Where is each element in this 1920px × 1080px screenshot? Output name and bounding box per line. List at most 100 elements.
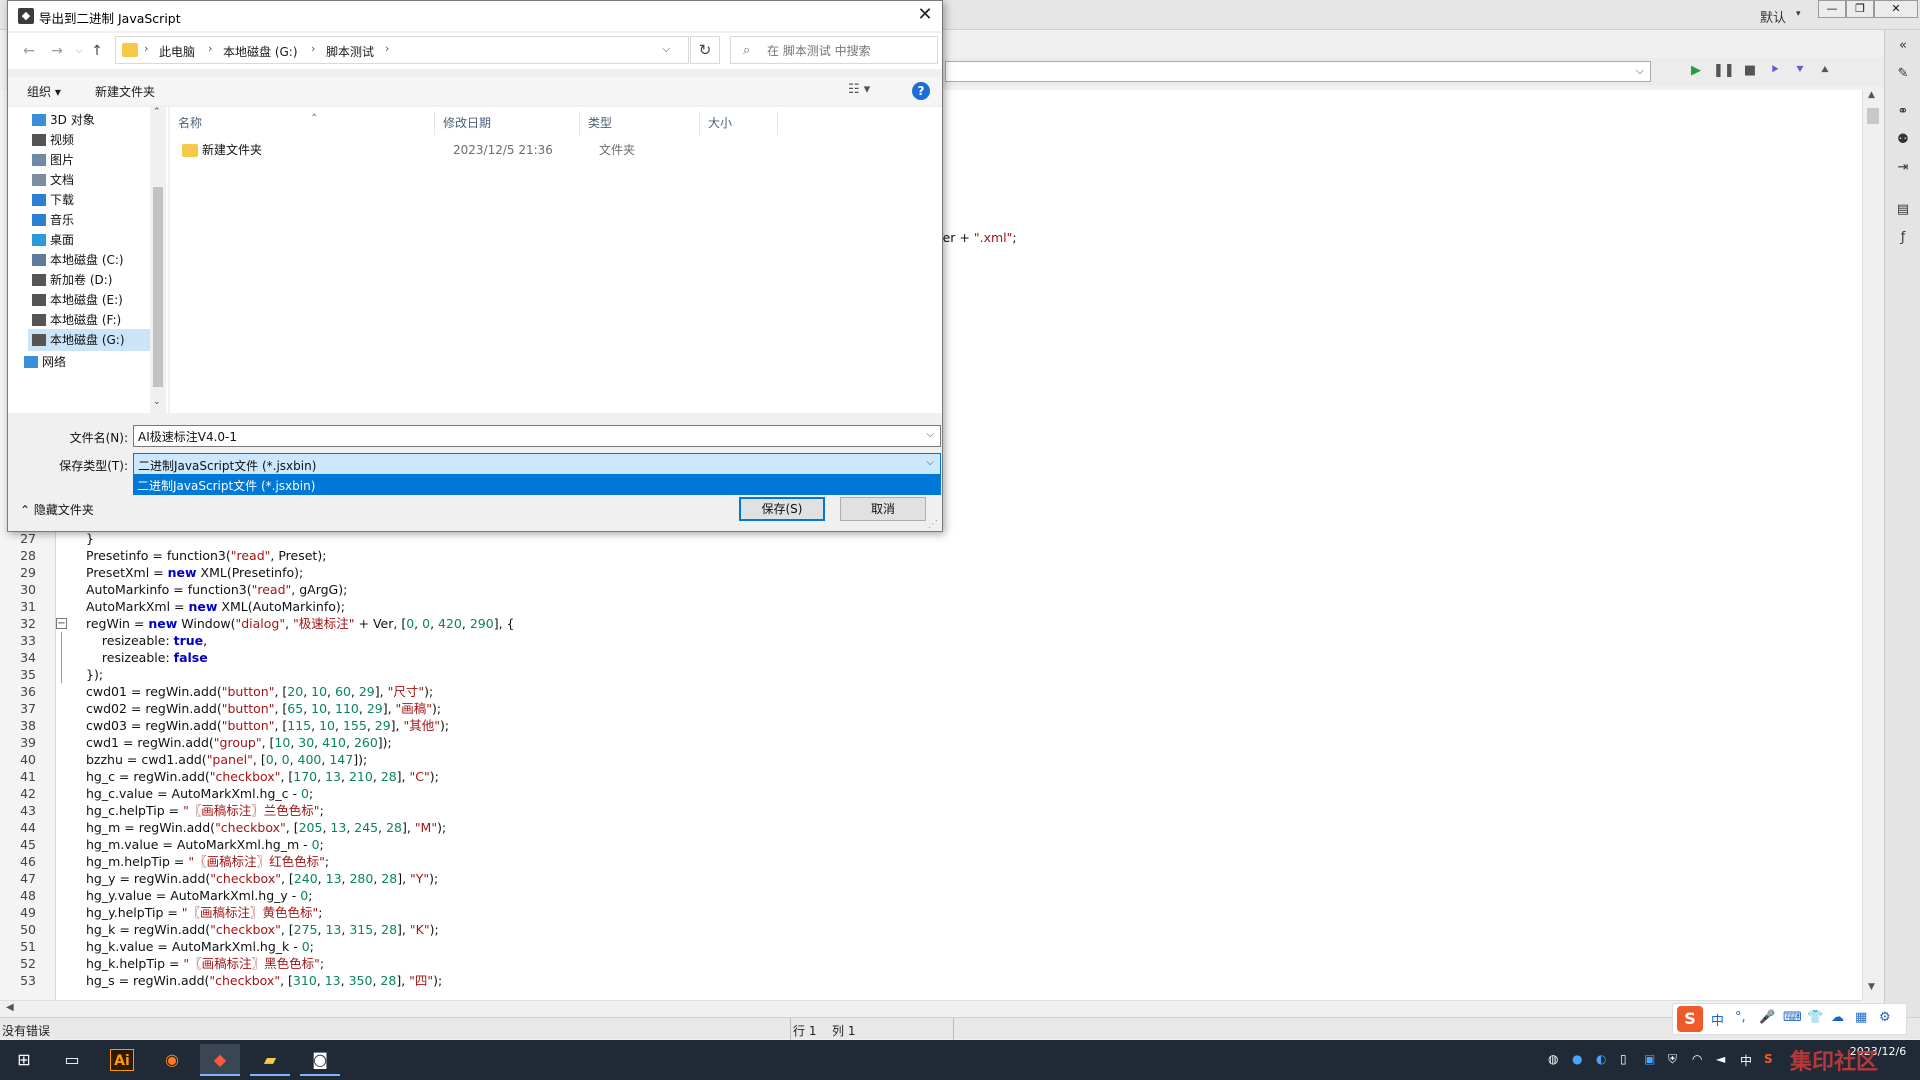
code-line[interactable]: 49 hg_y.helpTip = "〖画稿标注〗黄色色标";	[0, 904, 1860, 921]
chevron-down-icon[interactable]: ⌵	[662, 42, 670, 56]
task-view-icon[interactable]: ▭	[52, 1044, 92, 1076]
editor-vertical-scrollbar[interactable]: ▲ ▼	[1862, 90, 1882, 1000]
pause-icon[interactable]: ❚❚	[1713, 61, 1735, 81]
code-line[interactable]: 51 hg_k.value = AutoMarkXml.hg_k - 0;	[0, 938, 1860, 955]
brush-icon[interactable]: ✎	[1893, 64, 1913, 84]
code-line[interactable]: 43 hg_c.helpTip = "〖画稿标注〗兰色色标";	[0, 802, 1860, 819]
scroll-up-icon[interactable]: ▲	[1868, 90, 1875, 100]
search-box[interactable]: ⌕	[730, 36, 938, 64]
nav-item[interactable]: 图片	[28, 149, 154, 171]
code-line[interactable]: 50 hg_k = regWin.add("checkbox", [275, 13…	[0, 921, 1860, 938]
filetype-select[interactable]: 二进制JavaScript文件 (*.jsxbin) ⌵	[133, 453, 941, 475]
chevron-right-icon[interactable]: ›	[311, 42, 315, 55]
file-row[interactable]: 新建文件夹 2023/12/5 21:36 文件夹	[178, 139, 918, 161]
column-header-date[interactable]: 修改日期	[435, 111, 580, 135]
firefox-icon[interactable]: ◉	[152, 1044, 192, 1076]
tray-display-icon[interactable]: ▣	[1644, 1052, 1655, 1066]
ime-chinese-mode[interactable]: 中	[1711, 1010, 1724, 1029]
up-icon[interactable]: ↑	[88, 42, 106, 60]
code-line[interactable]: 31 AutoMarkXml = new XML(AutoMarkinfo);	[0, 598, 1860, 615]
code-line[interactable]: 32 − regWin = new Window("dialog", "极速标注" …	[0, 615, 1860, 632]
restore-icon[interactable]: ❐	[1846, 0, 1874, 18]
sogou-logo-icon[interactable]: S	[1677, 1006, 1703, 1032]
objects-icon[interactable]: ⚭	[1893, 102, 1913, 122]
nav-item[interactable]: 本地磁盘 (E:)	[28, 289, 154, 311]
step-out-icon[interactable]: ⯅	[1815, 61, 1835, 81]
address-bar[interactable]: › 此电脑 › 本地磁盘 (G:) › 脚本测试 › ⌵	[115, 36, 689, 64]
scroll-down-icon[interactable]: ⌄	[153, 397, 161, 407]
code-line[interactable]: 46 hg_m.helpTip = "〖画稿标注〗红色色标";	[0, 853, 1860, 870]
code-line[interactable]: 34 resizeable: false	[0, 649, 1860, 666]
code-line[interactable]: 28 Presetinfo = function3("read", Preset)…	[0, 547, 1860, 564]
chevron-down-icon[interactable]: ⌵	[926, 457, 934, 468]
tray-app-icon[interactable]: ◍	[1548, 1052, 1558, 1066]
chevron-down-icon[interactable]: ⌵	[926, 429, 934, 440]
target-select[interactable]: ⌵	[945, 61, 1651, 82]
breadcrumb-this-pc[interactable]: 此电脑	[159, 43, 195, 60]
sogou-tray-icon[interactable]: S	[1764, 1052, 1773, 1066]
chevron-right-icon[interactable]: ›	[144, 42, 148, 55]
code-line[interactable]: 38 cwd03 = regWin.add("button", [115, 10,…	[0, 717, 1860, 734]
chevron-down-icon[interactable]: ▾	[1796, 9, 1801, 19]
code-line[interactable]: 36 cwd01 = regWin.add("button", [20, 10, …	[0, 683, 1860, 700]
code-line[interactable]: 44 hg_m = regWin.add("checkbox", [205, 13…	[0, 819, 1860, 836]
filename-input[interactable]	[138, 428, 918, 444]
hide-folders-toggle[interactable]: ⌃ 隐藏文件夹	[20, 501, 94, 518]
scrollbar-thumb[interactable]	[153, 187, 163, 387]
tray-sync-icon[interactable]: ◐	[1596, 1052, 1606, 1066]
scroll-left-icon[interactable]: ◀	[6, 1002, 14, 1013]
minimize-icon[interactable]: —	[1818, 0, 1846, 18]
data-browser-icon[interactable]: ▤	[1893, 200, 1913, 220]
nav-item[interactable]: 网络	[20, 351, 146, 373]
column-header-name[interactable]: 名称 ⌃	[170, 111, 435, 135]
scroll-down-icon[interactable]: ▼	[1868, 982, 1875, 992]
wifi-icon[interactable]: ◠	[1692, 1052, 1702, 1066]
windows-start-icon[interactable]: ⊞	[4, 1044, 44, 1076]
code-line[interactable]: 30 AutoMarkinfo = function3("read", gArgG…	[0, 581, 1860, 598]
resize-grip-icon[interactable]: ⋰	[928, 519, 938, 530]
scroll-up-icon[interactable]: ⌃	[153, 107, 161, 117]
nav-item[interactable]: 下载	[28, 189, 154, 211]
forward-icon[interactable]: →	[48, 42, 66, 60]
nav-item[interactable]: 3D 对象	[28, 109, 154, 131]
ime-punctuation-icon[interactable]: °,	[1735, 1010, 1746, 1025]
tray-shield-icon[interactable]: ⛨	[1668, 1052, 1677, 1067]
stop-icon[interactable]: ■	[1740, 61, 1760, 81]
cancel-button[interactable]: 取消	[840, 497, 926, 521]
filename-field[interactable]: ⌵	[133, 425, 941, 447]
camera-app-icon[interactable]: ◙	[300, 1044, 340, 1076]
nav-item[interactable]: 新加卷 (D:)	[28, 269, 154, 291]
close-icon[interactable]: ✕	[1874, 0, 1918, 18]
nav-item[interactable]: 本地磁盘 (F:)	[28, 309, 154, 331]
step-into-icon[interactable]: ⯆	[1790, 61, 1810, 81]
ime-skin-icon[interactable]: 👕	[1807, 1010, 1823, 1025]
recent-dropdown-icon[interactable]: ⌵	[70, 42, 88, 60]
code-line[interactable]: 27}	[0, 530, 1860, 547]
ime-settings-icon[interactable]: ⚙	[1879, 1010, 1891, 1025]
fold-toggle-icon[interactable]: −	[56, 618, 67, 629]
code-line[interactable]: 35});	[0, 666, 1860, 683]
view-options-icon[interactable]: ☷ ▾	[848, 82, 870, 97]
column-header-size[interactable]: 大小	[700, 111, 778, 135]
code-line[interactable]: 47 hg_y = regWin.add("checkbox", [240, 13…	[0, 870, 1860, 887]
ime-voice-icon[interactable]: 🎤	[1759, 1010, 1775, 1025]
code-line[interactable]: 39 cwd1 = regWin.add("group", [10, 30, 41…	[0, 734, 1860, 751]
organize-button[interactable]: 组织 ▾	[27, 83, 61, 100]
tray-qq-icon[interactable]: ●	[1572, 1052, 1582, 1066]
search-input[interactable]	[767, 42, 932, 60]
extendscript-toolkit-icon[interactable]: ◆	[200, 1044, 240, 1076]
filetype-option[interactable]: 二进制JavaScript文件 (*.jsxbin)	[137, 477, 315, 494]
code-line[interactable]: 48 hg_y.value = AutoMarkXml.hg_y - 0;	[0, 887, 1860, 904]
step-over-icon[interactable]: ⯈	[1765, 61, 1785, 81]
editor-horizontal-scrollbar[interactable]: ◀	[0, 1000, 1862, 1016]
collapse-icon[interactable]: «	[1893, 36, 1913, 56]
code-line[interactable]: 53 hg_s = regWin.add("checkbox", [310, 13…	[0, 972, 1860, 989]
new-folder-button[interactable]: 新建文件夹	[95, 83, 155, 100]
tray-usb-icon[interactable]: ▯	[1620, 1052, 1627, 1066]
code-line[interactable]: 52 hg_k.helpTip = "〖画稿标注〗黑色色标";	[0, 955, 1860, 972]
file-explorer-icon[interactable]: ▰	[250, 1044, 290, 1076]
scrollbar-thumb[interactable]	[1867, 108, 1879, 124]
code-line[interactable]: 41 hg_c = regWin.add("checkbox", [170, 13…	[0, 768, 1860, 785]
code-line[interactable]: 40 bzzhu = cwd1.add("panel", [0, 0, 400, …	[0, 751, 1860, 768]
nav-item[interactable]: 音乐	[28, 209, 154, 231]
